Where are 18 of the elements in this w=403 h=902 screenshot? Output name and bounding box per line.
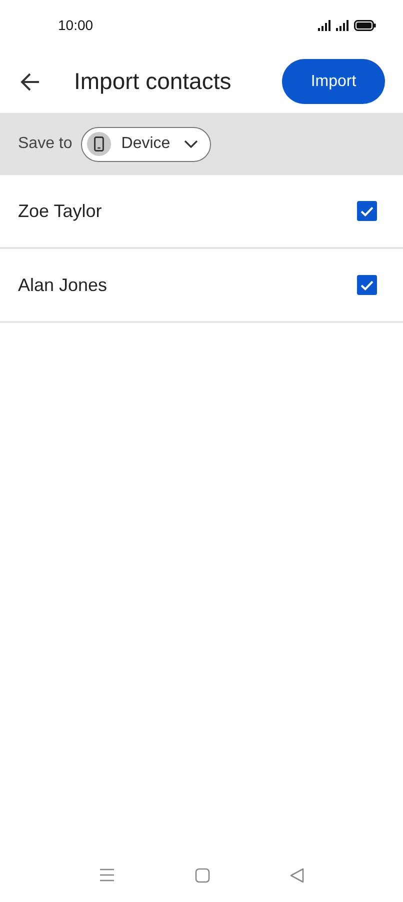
save-to-label: Save to: [18, 135, 72, 153]
chevron-down-icon: [184, 140, 198, 148]
back-arrow-icon: [20, 72, 40, 92]
signal-icon: [336, 20, 349, 30]
page-title: Import contacts: [74, 68, 232, 95]
contact-row[interactable]: Zoe Taylor: [0, 175, 403, 249]
phone-icon: [87, 132, 112, 156]
import-button[interactable]: Import: [282, 59, 385, 104]
checkbox[interactable]: [357, 275, 377, 295]
back-triangle-icon[interactable]: [290, 868, 304, 882]
device-dropdown[interactable]: Device: [81, 126, 212, 162]
contact-row[interactable]: Alan Jones: [0, 249, 403, 323]
signal-icon: [318, 20, 331, 30]
status-time: 10:00: [58, 17, 94, 33]
menu-icon[interactable]: [99, 868, 115, 882]
battery-icon: [354, 20, 376, 30]
checkbox[interactable]: [357, 201, 377, 221]
home-square-icon[interactable]: [195, 868, 210, 882]
